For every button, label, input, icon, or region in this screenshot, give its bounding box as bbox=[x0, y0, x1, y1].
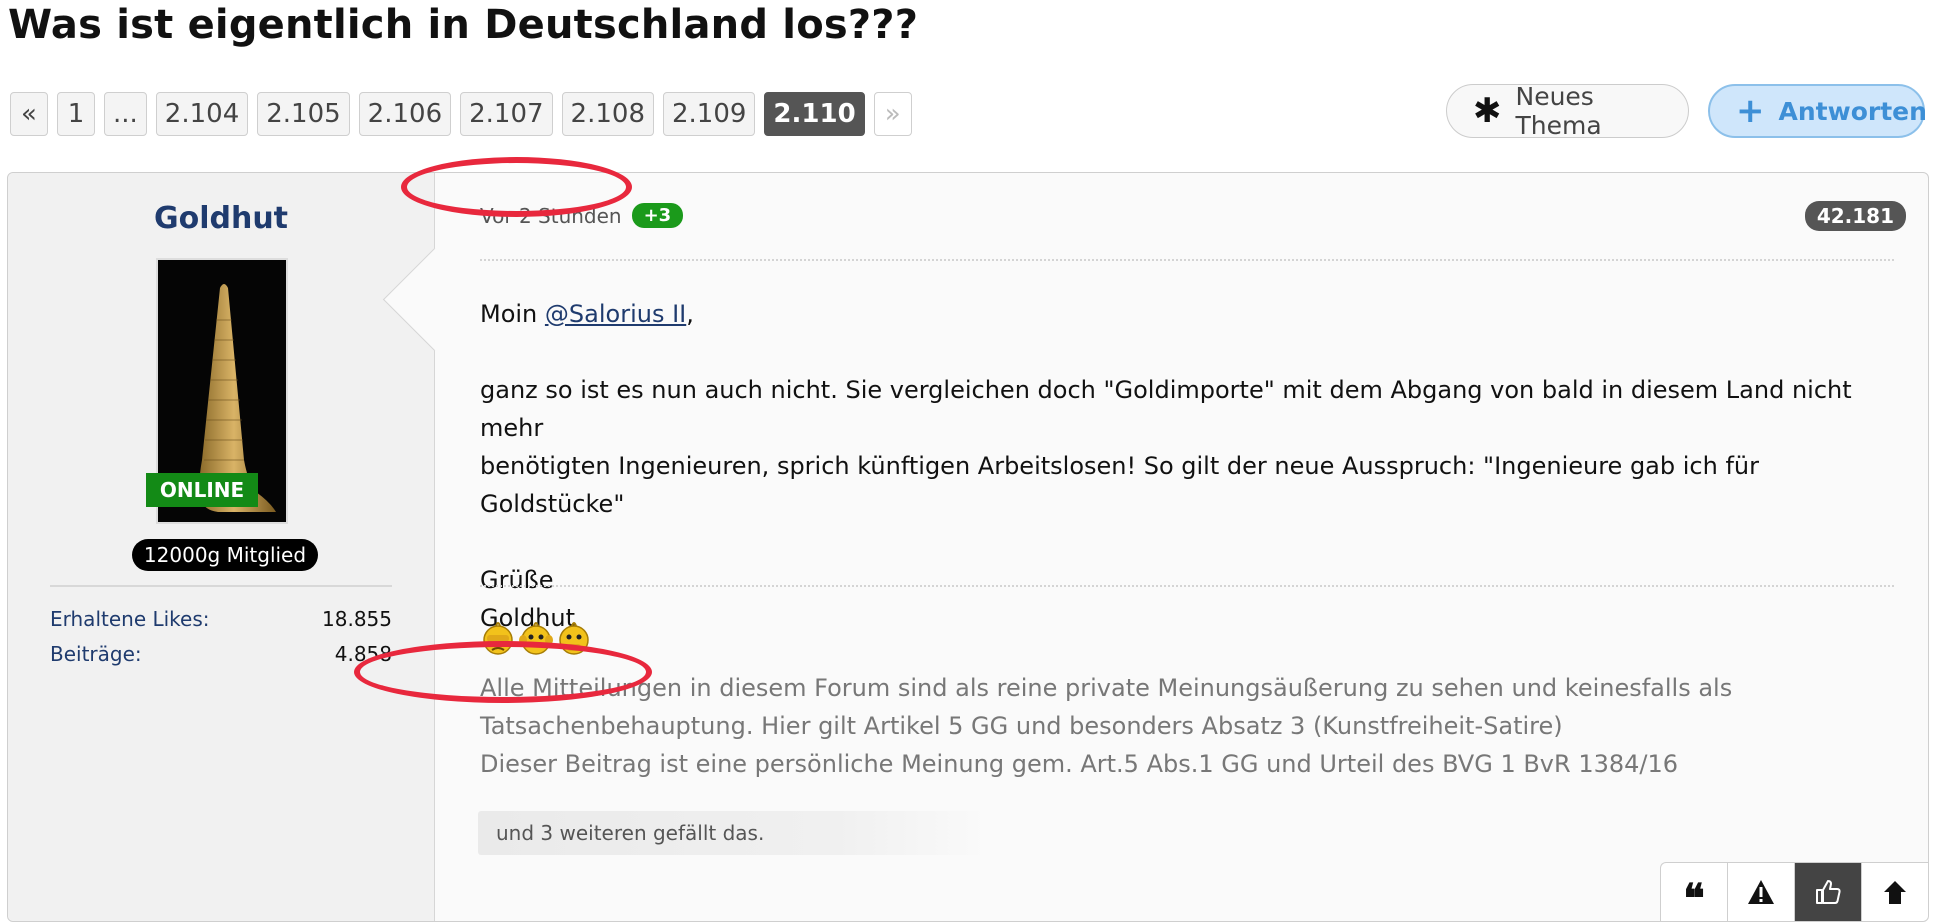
post: Goldhut ONLINE 12000g Mitglied Erhaltene… bbox=[7, 157, 1929, 922]
sidebar-divider bbox=[50, 585, 392, 587]
stat-likes: Erhaltene Likes: 18.855 bbox=[50, 607, 392, 631]
first-page-button[interactable]: « bbox=[10, 92, 48, 136]
page-2107-button[interactable]: 2.107 bbox=[460, 92, 553, 136]
page-2105-button[interactable]: 2.105 bbox=[257, 92, 350, 136]
reaction-score-badge[interactable]: +3 bbox=[631, 203, 684, 228]
post-number-badge[interactable]: 42.181 bbox=[1804, 201, 1906, 231]
page-2104-button[interactable]: 2.104 bbox=[155, 92, 249, 136]
asterisk-icon: ✱ bbox=[1473, 91, 1502, 131]
user-mention-link[interactable]: @Salorius II bbox=[545, 300, 686, 328]
likes-summary[interactable]: und 3 weiteren gefällt das. bbox=[478, 811, 988, 855]
thread-title: Was ist eigentlich in Deutschland los??? bbox=[8, 2, 919, 48]
pagination: « 1 ... 2.104 2.105 2.106 2.107 2.108 2.… bbox=[10, 92, 912, 136]
greeting-end: , bbox=[686, 300, 694, 328]
message-line: ganz so ist es nun auch nicht. Sie vergl… bbox=[480, 376, 1852, 442]
signature-text: Alle Mitteilungen in diesem Forum sind a… bbox=[480, 669, 1894, 783]
thumbs-up-icon bbox=[1816, 880, 1841, 904]
reply-button[interactable]: + Antworten bbox=[1708, 84, 1927, 138]
stat-posts: Beiträge: 4.858 bbox=[50, 642, 392, 666]
new-thread-label: Neues Thema bbox=[1515, 82, 1602, 140]
page-1-button[interactable]: 1 bbox=[57, 92, 95, 136]
post-content: Vor 2 Stunden +3 42.181 Moin @Salorius I… bbox=[476, 173, 1906, 921]
message-line: benötigten Ingenieuren, sprich künftigen… bbox=[480, 452, 1759, 518]
signature-divider bbox=[480, 585, 1894, 587]
page-2108-button[interactable]: 2.108 bbox=[561, 92, 654, 136]
quote-button[interactable]: ❝ bbox=[1661, 863, 1728, 921]
online-badge: ONLINE bbox=[146, 473, 258, 507]
likes-text: und 3 weiteren gefällt das. bbox=[496, 821, 765, 845]
report-button[interactable] bbox=[1728, 863, 1795, 921]
header-divider bbox=[480, 259, 1894, 261]
like-button[interactable] bbox=[1795, 863, 1862, 921]
post-action-bar: ❝ bbox=[1660, 862, 1928, 921]
warning-icon bbox=[1748, 880, 1774, 904]
scroll-top-button[interactable] bbox=[1862, 863, 1928, 921]
stat-label[interactable]: Erhaltene Likes: bbox=[50, 607, 210, 631]
current-page-button[interactable]: 2.110 bbox=[764, 92, 865, 136]
arrow-up-icon bbox=[1884, 881, 1906, 904]
closing: Grüße bbox=[480, 566, 554, 594]
quote-icon: ❝ bbox=[1683, 875, 1705, 921]
greeting: Moin bbox=[480, 300, 545, 328]
page-ellipsis-button[interactable]: ... bbox=[104, 92, 147, 136]
highlight-ring bbox=[354, 641, 652, 703]
stat-value: 18.855 bbox=[322, 607, 392, 631]
author-name[interactable]: Goldhut bbox=[8, 201, 434, 236]
signature-line: Alle Mitteilungen in diesem Forum sind a… bbox=[480, 674, 1733, 702]
sign-name: Goldhut bbox=[480, 604, 576, 632]
rank-badge: 12000g Mitglied bbox=[132, 539, 318, 571]
stat-label[interactable]: Beiträge: bbox=[50, 642, 142, 666]
new-thread-button[interactable]: ✱ Neues Thema bbox=[1446, 82, 1689, 140]
signature-line: Dieser Beitrag ist eine persönliche Mein… bbox=[480, 750, 1679, 778]
page-2109-button[interactable]: 2.109 bbox=[662, 92, 756, 136]
plus-icon: + bbox=[1736, 91, 1765, 131]
next-page-button[interactable]: » bbox=[873, 92, 912, 136]
page-2106-button[interactable]: 2.106 bbox=[358, 92, 452, 136]
reply-label: Antworten bbox=[1778, 96, 1927, 126]
signature-line: Tatsachenbehauptung. Hier gilt Artikel 5… bbox=[480, 712, 1563, 740]
author-sidebar: Goldhut ONLINE 12000g Mitglied Erhaltene… bbox=[8, 173, 435, 921]
highlight-ring bbox=[401, 157, 632, 217]
